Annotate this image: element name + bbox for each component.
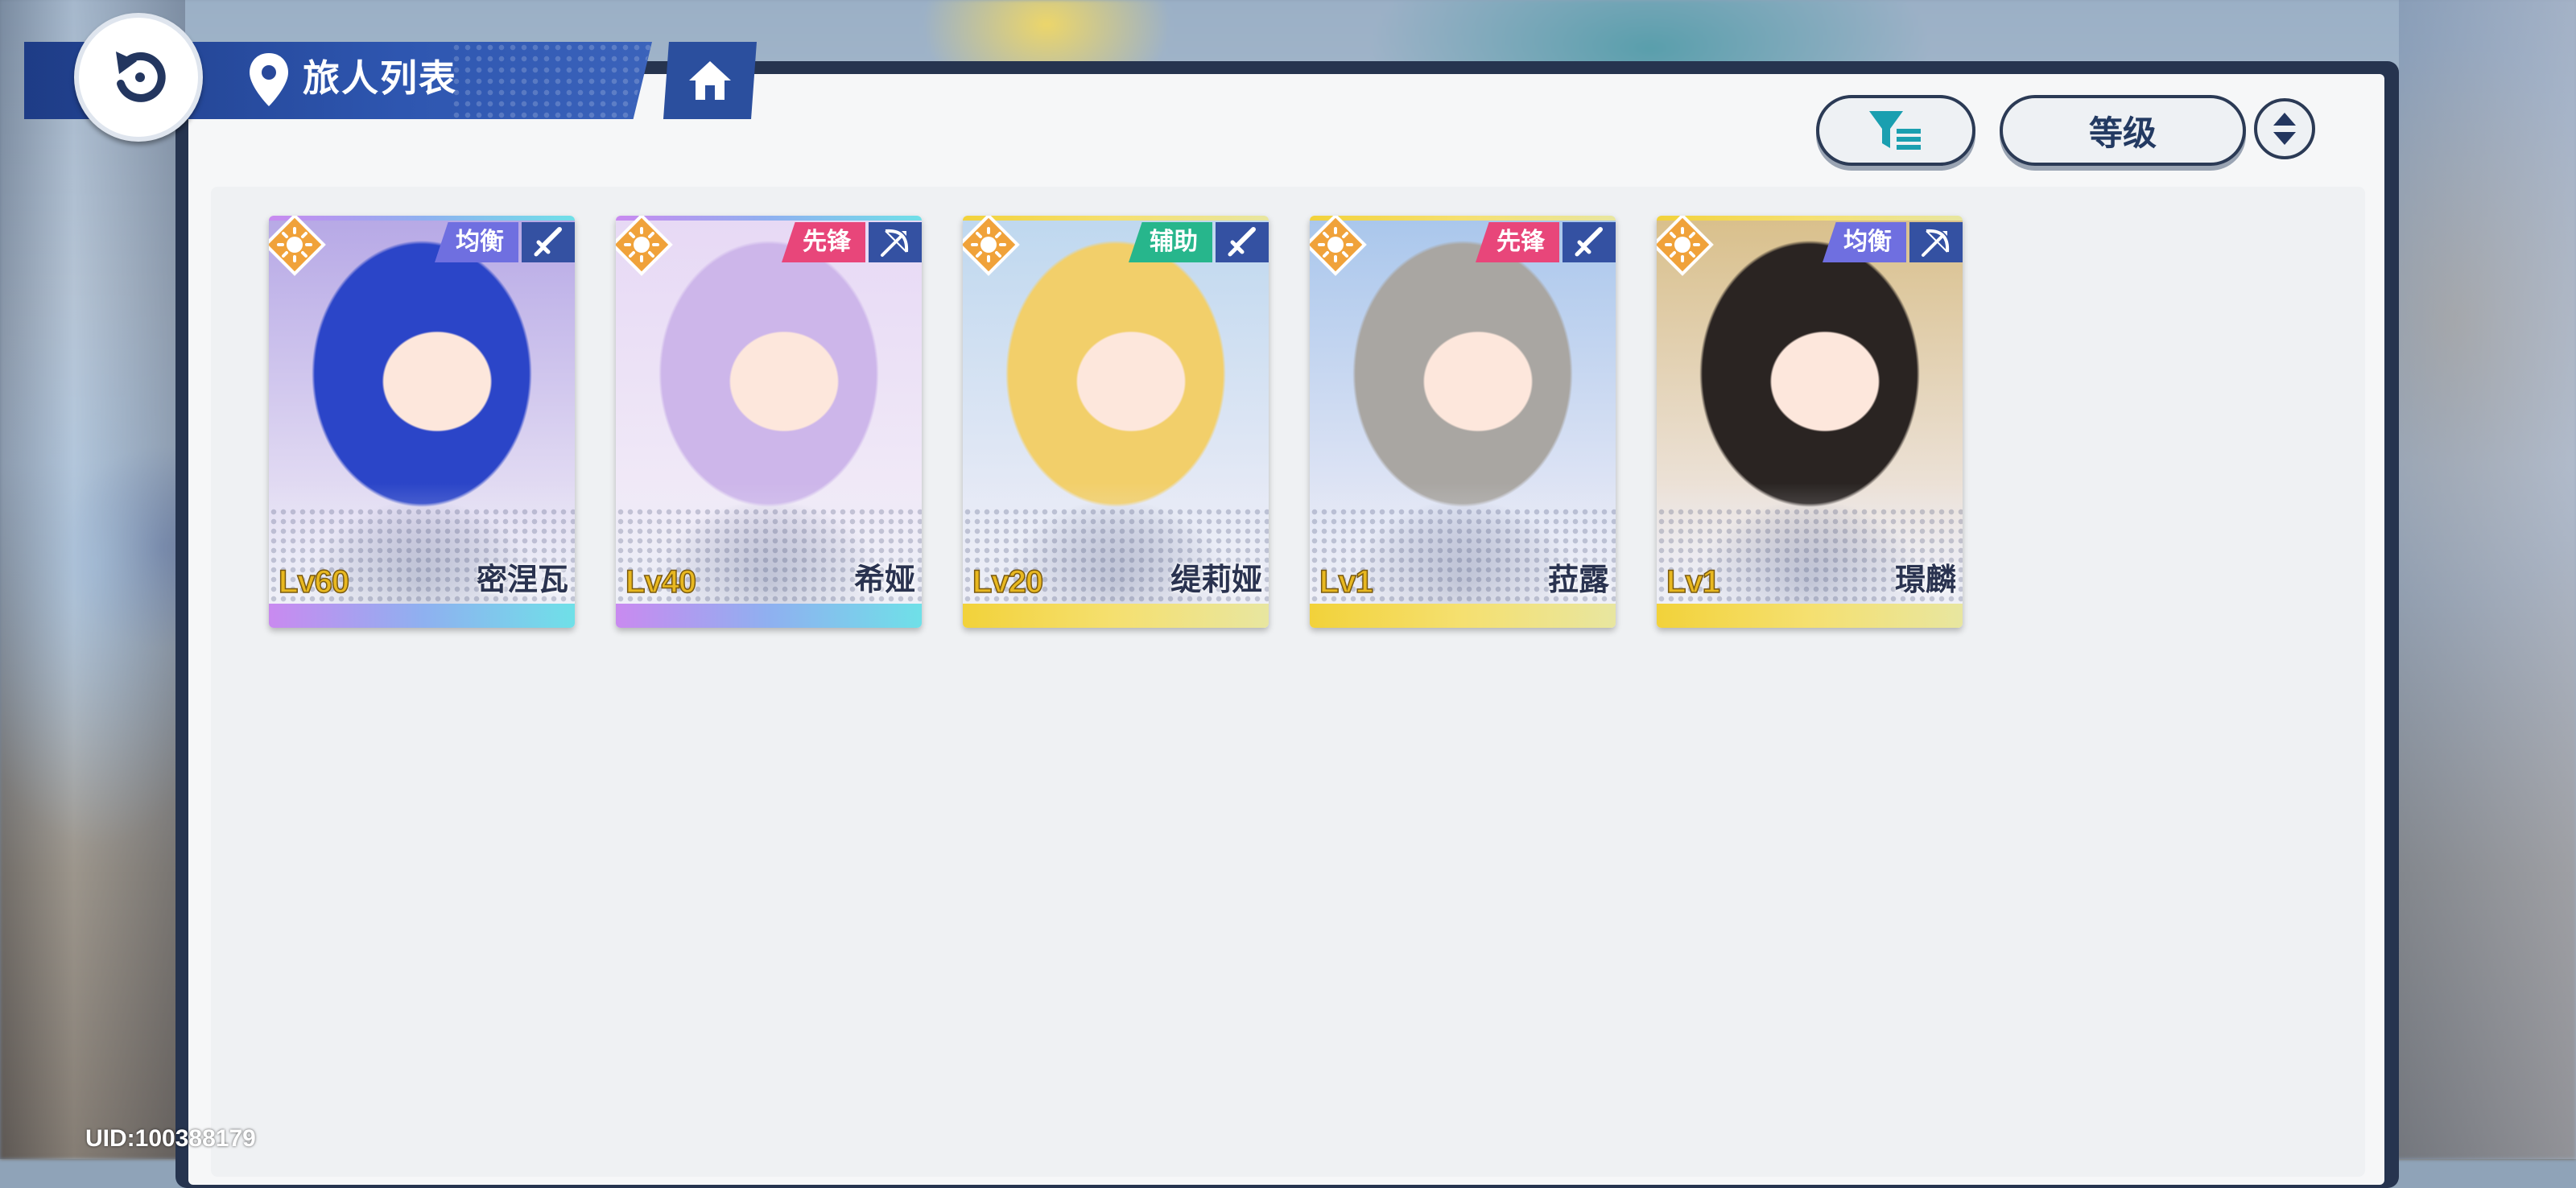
location-pin-icon [250,53,288,106]
traveler-name: 菈露 [1547,562,1609,597]
rarity-strip [1657,604,1963,628]
rarity-strip [1310,604,1616,628]
element-badge [269,216,327,277]
sun-element-icon [1657,216,1714,276]
traveler-card[interactable]: 先锋 Lv40 希娅 [616,216,922,628]
sun-element-icon [963,216,1020,276]
traveler-card[interactable]: 先锋 Lv1 菈露 [1310,216,1616,628]
role-tag: 均衡 [435,222,518,262]
sort-by-label: 等级 [2088,113,2157,153]
traveler-name: 缇莉娅 [1170,562,1262,597]
sun-element-icon [1310,216,1367,276]
sort-toggle-icon [2273,113,2296,145]
header-pattern [451,42,652,119]
background-left-wall [0,0,185,1159]
traveler-card[interactable]: 均衡 Lv60 密涅瓦 [269,216,575,628]
traveler-name: 璟麟 [1894,562,1956,597]
weapon-type-badge [1909,222,1963,262]
rarity-strip [269,604,575,628]
sun-element-icon [616,216,673,276]
role-tag: 先锋 [782,222,865,262]
sort-order-button[interactable] [2254,98,2315,159]
background-right [2399,0,2576,1159]
element-badge [963,216,1021,277]
role-tag: 先锋 [1476,222,1559,262]
page-title: 旅人列表 [303,56,457,100]
sun-element-icon [269,216,326,276]
rarity-strip [963,604,1269,628]
role-tag: 均衡 [1823,222,1906,262]
traveler-name: 希娅 [853,562,915,597]
weapon-type-badge [1216,222,1269,262]
traveler-level: Lv1 [1666,563,1720,600]
filter-button[interactable] [1816,95,1975,166]
element-badge [1657,216,1715,277]
sword-icon [1228,227,1256,257]
weapon-type-badge [522,222,575,262]
sword-icon [534,227,562,257]
element-badge [616,216,674,277]
uid-label: UID:100388179 [85,1125,256,1152]
role-tag: 辅助 [1129,222,1212,262]
traveler-card[interactable]: 均衡 Lv1 璟麟 [1657,216,1963,628]
weapon-type-badge [869,222,922,262]
sort-by-select[interactable]: 等级 [2000,95,2246,166]
back-button[interactable] [74,13,203,142]
traveler-card[interactable]: 辅助 Lv20 缇莉娅 [963,216,1269,628]
traveler-level: Lv60 [278,563,350,600]
traveler-name: 密涅瓦 [476,562,568,597]
traveler-level: Lv20 [972,563,1044,600]
filter-list-icon [1869,111,1921,150]
home-icon [689,61,731,100]
rarity-strip [616,604,922,628]
traveler-level: Lv40 [625,563,697,600]
element-badge [1310,216,1368,277]
home-button[interactable] [663,42,757,119]
sword-icon [1575,227,1603,257]
bow-icon [1922,229,1950,257]
weapon-type-badge [1563,222,1616,262]
back-arrow-icon [116,52,166,102]
traveler-level: Lv1 [1319,563,1373,600]
bow-icon [881,229,909,257]
